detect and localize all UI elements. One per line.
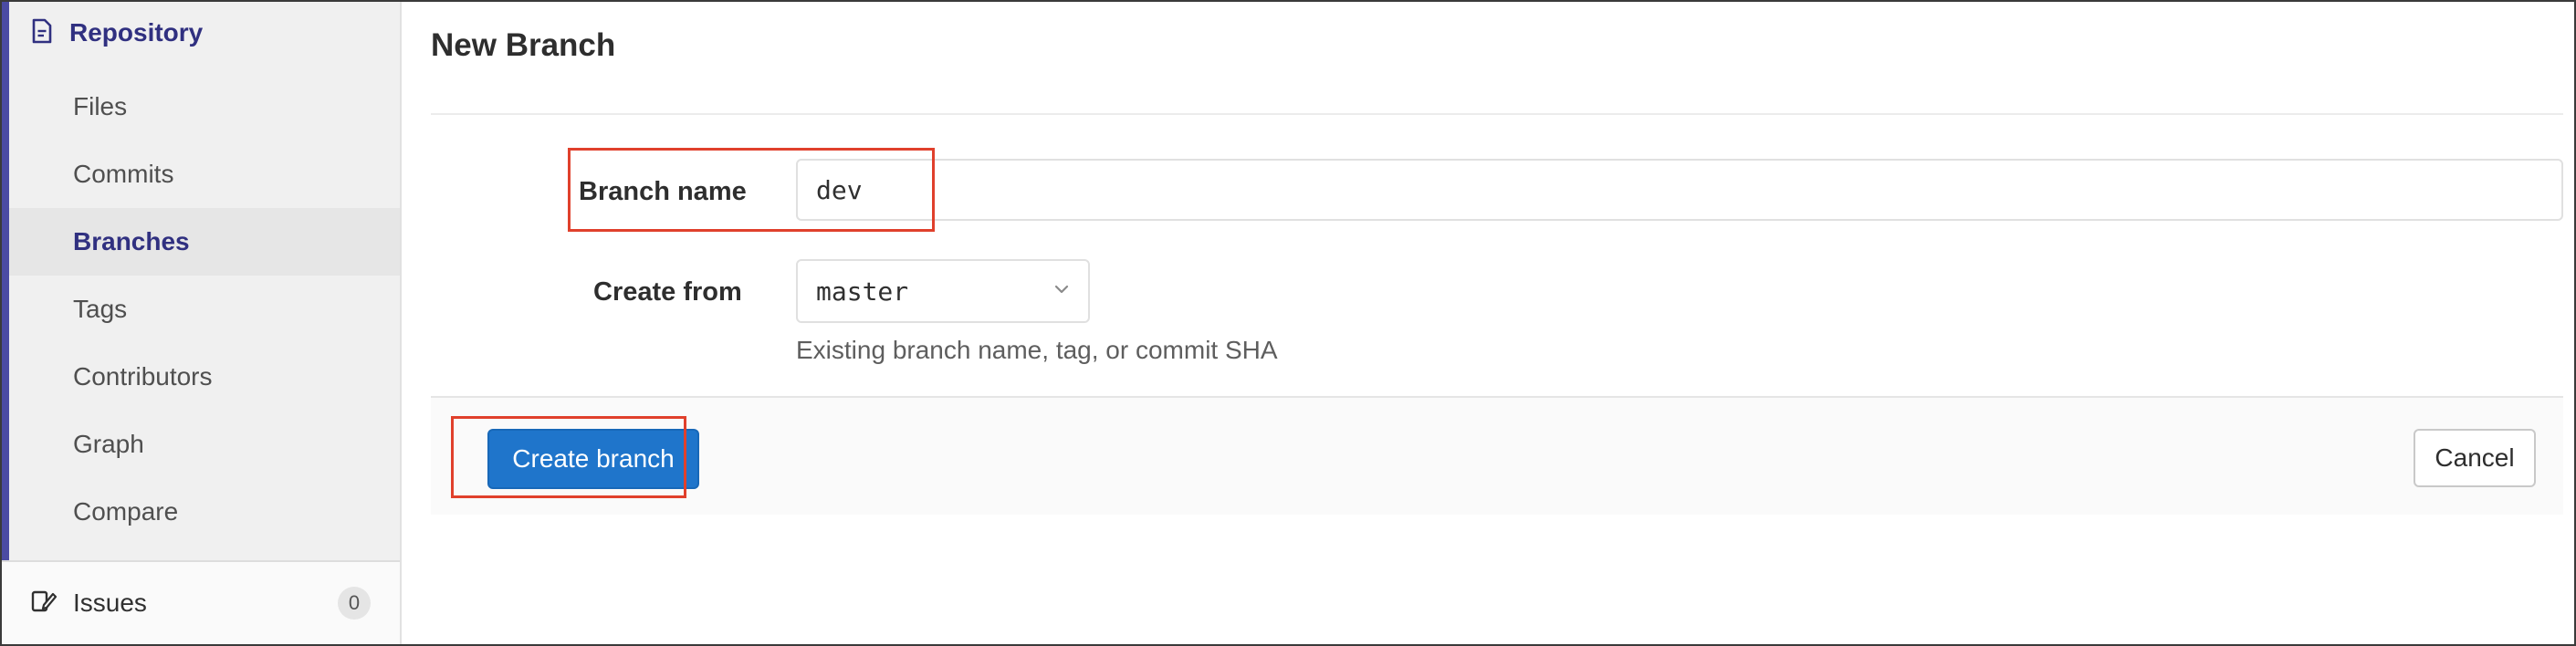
sidebar-item-tags[interactable]: Tags	[9, 276, 400, 343]
title-divider	[431, 113, 2563, 115]
create-from-label: Create from	[593, 277, 742, 307]
main-content: New Branch Branch name Create from maste…	[403, 2, 2576, 644]
app-window: Repository Files Commits Branches Tags C…	[0, 0, 2576, 646]
issues-icon	[31, 589, 58, 618]
sidebar-item-label: Graph	[73, 430, 144, 458]
document-icon	[31, 18, 53, 48]
sidebar-item-label: Files	[73, 92, 128, 120]
cancel-button[interactable]: Cancel	[2414, 429, 2536, 487]
sidebar-item-contributors[interactable]: Contributors	[9, 343, 400, 411]
create-from-help-text: Existing branch name, tag, or commit SHA	[796, 336, 1278, 364]
sidebar-item-label: Contributors	[73, 362, 213, 391]
sidebar-item-files[interactable]: Files	[9, 73, 400, 141]
sidebar-item-label: Branches	[73, 227, 190, 255]
sidebar-item-label: Issues	[73, 589, 147, 617]
page-title: New Branch	[431, 27, 616, 63]
sidebar-item-label: Compare	[73, 497, 179, 526]
sidebar-item-branches[interactable]: Branches	[9, 208, 400, 276]
issues-count-badge: 0	[338, 587, 371, 620]
sidebar-item-compare[interactable]: Compare	[9, 478, 400, 546]
chevron-down-icon	[1053, 283, 1070, 299]
sidebar-item-label: Tags	[73, 295, 128, 323]
sidebar-item-label: Commits	[73, 160, 174, 188]
create-from-dropdown[interactable]: master	[796, 259, 1090, 323]
branch-name-input[interactable]	[796, 159, 2563, 221]
sidebar-section-label: Repository	[69, 18, 204, 47]
sidebar: Repository Files Commits Branches Tags C…	[2, 2, 402, 644]
create-from-value: master	[816, 276, 909, 307]
sidebar-item-repository[interactable]: Repository	[31, 13, 203, 53]
branch-name-label: Branch name	[579, 177, 747, 206]
form-actions: Create branch Cancel	[431, 396, 2563, 515]
sidebar-item-commits[interactable]: Commits	[9, 141, 400, 208]
create-branch-button[interactable]: Create branch	[487, 429, 699, 489]
sidebar-item-issues[interactable]: Issues 0	[2, 562, 400, 644]
sidebar-item-graph[interactable]: Graph	[9, 411, 400, 478]
sidebar-active-accent	[2, 2, 9, 560]
